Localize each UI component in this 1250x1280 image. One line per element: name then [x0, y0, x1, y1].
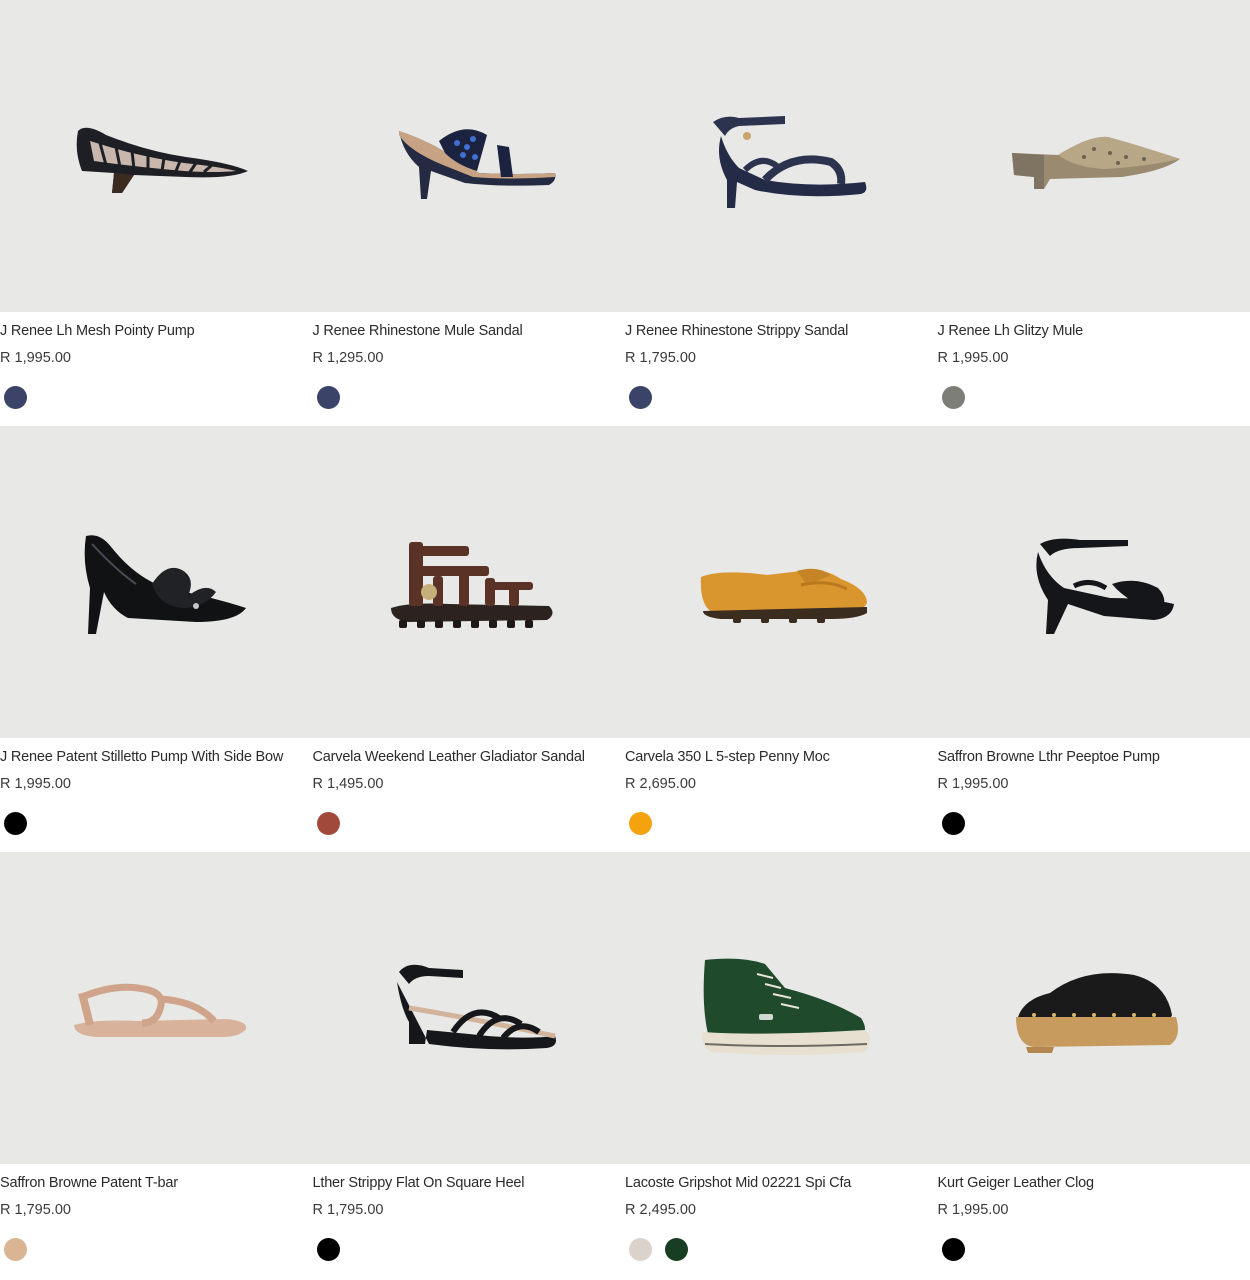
- product-name[interactable]: Kurt Geiger Leather Clog: [938, 1175, 1095, 1191]
- color-swatches: [316, 386, 340, 409]
- product-row: J Renee Lh Mesh Pointy Pump R 1,995.00 J…: [0, 0, 1250, 426]
- bronze-glitzy-mule-icon: [1011, 136, 1180, 189]
- color-swatches: [629, 812, 652, 835]
- color-swatches: [4, 812, 27, 835]
- color-swatch[interactable]: [629, 1238, 652, 1261]
- product-name[interactable]: Carvela 350 L 5-step Penny Moc: [625, 749, 830, 765]
- product-card[interactable]: J Renee Rhinestone Mule Sandal R 1,295.0…: [313, 0, 626, 426]
- color-swatches: [4, 386, 27, 409]
- product-image[interactable]: [313, 426, 626, 738]
- product-card[interactable]: Kurt Geiger Leather Clog R 1,995.00: [938, 852, 1250, 1278]
- product-price: R 1,995.00: [0, 776, 71, 792]
- product-card[interactable]: J Renee Lh Mesh Pointy Pump R 1,995.00: [0, 0, 313, 426]
- black-peeptoe-pump-icon: [1036, 538, 1174, 634]
- black-mesh-pointy-pump-icon: [76, 127, 249, 193]
- product-name[interactable]: J Renee Rhinestone Mule Sandal: [313, 323, 523, 339]
- product-row: J Renee Patent Stilletto Pump With Side …: [0, 426, 1250, 852]
- navy-strappy-sandal-icon: [713, 116, 867, 208]
- product-image[interactable]: [313, 852, 626, 1164]
- black-wooden-clog-icon: [1015, 973, 1178, 1053]
- product-price: R 1,995.00: [937, 350, 1009, 366]
- nude-t-bar-sandal-icon: [74, 983, 247, 1037]
- product-image[interactable]: [0, 852, 313, 1164]
- product-card[interactable]: Saffron Browne Patent T-bar R 1,795.00: [0, 852, 313, 1278]
- color-swatches: [629, 386, 652, 409]
- color-swatches: [316, 812, 340, 835]
- color-swatch[interactable]: [316, 386, 340, 409]
- color-swatch[interactable]: [941, 1238, 965, 1261]
- product-price: R 1,995.00: [0, 350, 71, 366]
- color-swatches: [316, 1238, 340, 1261]
- product-name[interactable]: Saffron Browne Lthr Peeptoe Pump: [938, 749, 1160, 765]
- color-swatches: [941, 386, 965, 409]
- product-name[interactable]: J Renee Rhinestone Strippy Sandal: [625, 323, 848, 339]
- product-row: Saffron Browne Patent T-bar R 1,795.00 L…: [0, 852, 1250, 1278]
- tan-penny-moccasin-icon: [701, 568, 868, 623]
- product-card[interactable]: Carvela Weekend Leather Gladiator Sandal…: [313, 426, 626, 852]
- product-image[interactable]: [625, 0, 938, 312]
- product-image[interactable]: [938, 0, 1250, 312]
- product-card[interactable]: J Renee Rhinestone Strippy Sandal R 1,79…: [625, 0, 938, 426]
- product-name[interactable]: J Renee Lh Mesh Pointy Pump: [0, 323, 195, 339]
- color-swatch[interactable]: [665, 1238, 688, 1261]
- black-strappy-flat-icon: [396, 964, 556, 1050]
- product-price: R 1,995.00: [937, 776, 1009, 792]
- product-name[interactable]: Saffron Browne Patent T-bar: [0, 1175, 178, 1191]
- color-swatches: [941, 1238, 965, 1261]
- product-card[interactable]: J Renee Lh Glitzy Mule R 1,995.00: [938, 0, 1250, 426]
- product-price: R 1,795.00: [312, 1202, 384, 1218]
- product-image[interactable]: [625, 426, 938, 738]
- product-card[interactable]: Lacoste Gripshot Mid 02221 Spi Cfa R 2,4…: [625, 852, 938, 1278]
- product-price: R 1,295.00: [312, 350, 384, 366]
- product-price: R 1,795.00: [0, 1202, 71, 1218]
- product-name[interactable]: Carvela Weekend Leather Gladiator Sandal: [313, 749, 585, 765]
- product-image[interactable]: [625, 852, 938, 1164]
- product-image[interactable]: [0, 426, 313, 738]
- color-swatches: [629, 1238, 688, 1261]
- product-name[interactable]: J Renee Lh Glitzy Mule: [938, 323, 1084, 339]
- color-swatch[interactable]: [4, 1238, 27, 1261]
- product-price: R 1,795.00: [625, 350, 696, 366]
- color-swatches: [941, 812, 965, 835]
- product-card[interactable]: Lther Strippy Flat On Square Heel R 1,79…: [313, 852, 626, 1278]
- black-patent-bow-pump-icon: [84, 535, 247, 634]
- color-swatches: [4, 1238, 27, 1261]
- product-price: R 1,995.00: [937, 1202, 1009, 1218]
- color-swatch[interactable]: [941, 386, 965, 409]
- product-name[interactable]: Lther Strippy Flat On Square Heel: [313, 1175, 525, 1191]
- product-price: R 1,495.00: [312, 776, 384, 792]
- product-image[interactable]: [938, 426, 1250, 738]
- color-swatch[interactable]: [629, 812, 652, 835]
- green-mid-sneaker-icon: [702, 958, 871, 1055]
- product-name[interactable]: Lacoste Gripshot Mid 02221 Spi Cfa: [625, 1175, 851, 1191]
- product-name[interactable]: J Renee Patent Stilletto Pump With Side …: [0, 749, 283, 765]
- brown-gladiator-sandal-icon: [390, 542, 553, 628]
- color-swatch[interactable]: [4, 812, 27, 835]
- product-image[interactable]: [313, 0, 626, 312]
- product-card[interactable]: Carvela 350 L 5-step Penny Moc R 2,695.0…: [625, 426, 938, 852]
- product-price: R 2,695.00: [625, 776, 696, 792]
- product-card[interactable]: Saffron Browne Lthr Peeptoe Pump R 1,995…: [938, 426, 1250, 852]
- product-price: R 2,495.00: [625, 1202, 696, 1218]
- color-swatch[interactable]: [941, 812, 965, 835]
- product-image[interactable]: [938, 852, 1250, 1164]
- color-swatch[interactable]: [4, 386, 27, 409]
- color-swatch[interactable]: [316, 1238, 340, 1261]
- navy-rhinestone-mule-sandal-icon: [398, 129, 556, 199]
- product-image[interactable]: [0, 0, 313, 312]
- color-swatch[interactable]: [316, 812, 340, 835]
- product-card[interactable]: J Renee Patent Stilletto Pump With Side …: [0, 426, 313, 852]
- color-swatch[interactable]: [629, 386, 652, 409]
